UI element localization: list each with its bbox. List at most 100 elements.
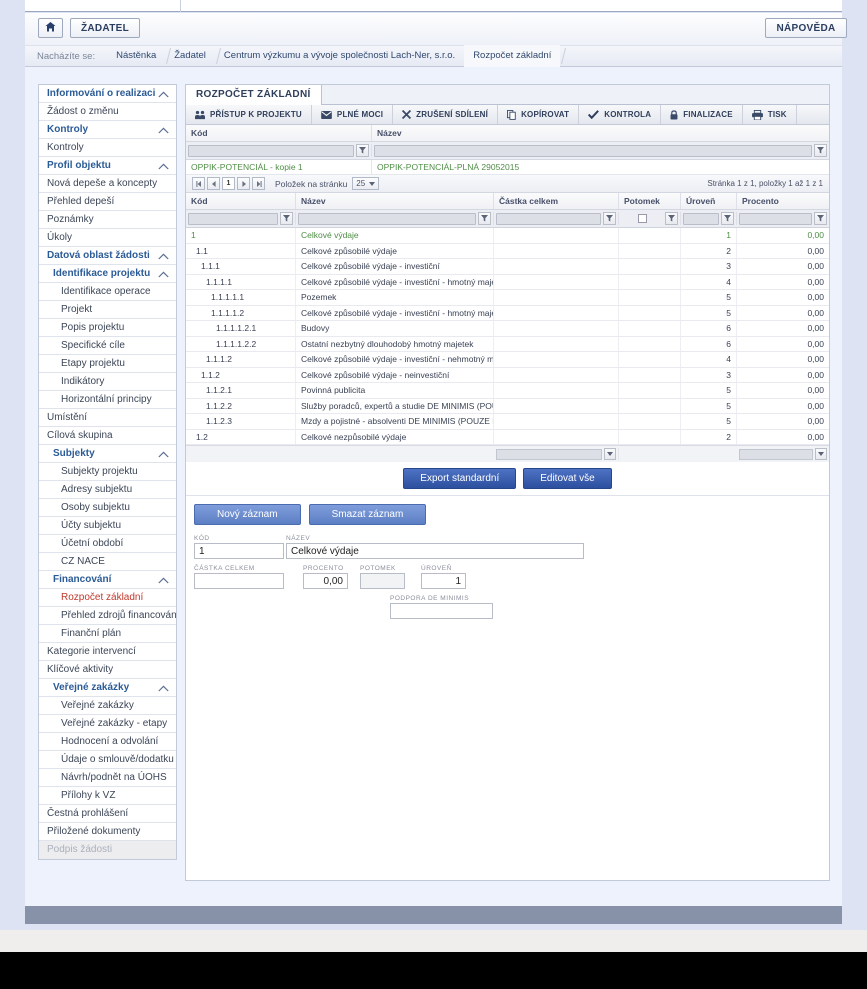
table-row[interactable]: 1.1.1.1.2.1 Budovy 6 0,00	[186, 321, 829, 337]
action-button-kop-rovat[interactable]: KOPÍROVAT	[498, 105, 580, 124]
sidebar-item-27[interactable]: Financování	[39, 571, 176, 589]
filter-icon[interactable]	[665, 212, 678, 225]
table-row[interactable]: 1.1.2.3 Mzdy a pojistné - absolventi DE M…	[186, 414, 829, 430]
breadcrumb-item-nastenka[interactable]: Nástěnka	[107, 45, 165, 67]
sidebar-item-39[interactable]: Přílohy k VZ	[39, 787, 176, 805]
chevron-up-icon[interactable]	[158, 157, 169, 174]
table-filter-potomek-checkbox[interactable]	[637, 214, 647, 223]
table-filter-input-1[interactable]	[298, 212, 476, 225]
sidebar-item-9[interactable]: Datová oblast žádosti	[39, 247, 176, 265]
table-header-1[interactable]: Název	[296, 193, 494, 209]
sidebar-item-11[interactable]: Identifikace operace	[39, 283, 176, 301]
sidebar-item-22[interactable]: Adresy subjektu	[39, 481, 176, 499]
sidebar-item-41[interactable]: Přiložené dokumenty	[39, 823, 176, 841]
table-header-0[interactable]: Kód	[186, 193, 296, 209]
table-row[interactable]: 1.2 Celkové nezpůsobilé výdaje 2 0,00	[186, 429, 829, 445]
field-kod-input[interactable]: 1	[194, 543, 284, 559]
novy-zaznam-button[interactable]: Nový záznam	[194, 504, 301, 525]
field-nazev-input[interactable]: Celkové výdaje	[286, 543, 584, 559]
table-row[interactable]: 1.1.2.2 Služby poradců, expertů a studie …	[186, 398, 829, 414]
pager-prev-button[interactable]	[207, 177, 220, 190]
pager-first-button[interactable]	[192, 177, 205, 190]
table-row[interactable]: 1.1.2.1 Povinná publicita 5 0,00	[186, 383, 829, 399]
breadcrumb-item-project[interactable]: Centrum výzkumu a vývoje společnosti Lac…	[215, 45, 464, 67]
pager-current-page[interactable]: 1	[222, 177, 235, 190]
top-grid-filter-nazev-input[interactable]	[374, 144, 812, 157]
applicant-button[interactable]: ŽADATEL	[70, 18, 140, 38]
sidebar-item-8[interactable]: Úkoly	[39, 229, 176, 247]
filter-icon[interactable]	[814, 212, 827, 225]
filter-icon[interactable]	[603, 212, 616, 225]
sidebar-item-21[interactable]: Subjekty projektu	[39, 463, 176, 481]
sidebar-item-15[interactable]: Etapy projektu	[39, 355, 176, 373]
sidebar-item-10[interactable]: Identifikace projektu	[39, 265, 176, 283]
sidebar-item-20[interactable]: Subjekty	[39, 445, 176, 463]
chevron-down-icon[interactable]	[604, 448, 616, 460]
sidebar-item-7[interactable]: Poznámky	[39, 211, 176, 229]
sidebar-item-28[interactable]: Rozpočet základní	[39, 589, 176, 607]
smazat-zaznam-button[interactable]: Smazat záznam	[308, 504, 427, 525]
sidebar-item-23[interactable]: Osoby subjektu	[39, 499, 176, 517]
table-row[interactable]: 1.1.1.1.1 Pozemek 5 0,00	[186, 290, 829, 306]
sidebar-item-33[interactable]: Veřejné zakázky	[39, 679, 176, 697]
chevron-up-icon[interactable]	[158, 85, 169, 102]
help-button[interactable]: NÁPOVĚDA	[765, 18, 847, 38]
sidebar-item-0[interactable]: Informování o realizaci	[39, 85, 176, 103]
table-row[interactable]: 1.1.1.1.2.2 Ostatní nezbytný dlouhodobý h…	[186, 336, 829, 352]
sidebar-item-19[interactable]: Cílová skupina	[39, 427, 176, 445]
export-standardni-button[interactable]: Export standardní	[403, 468, 517, 489]
top-grid-row[interactable]: OPPIK-POTENCIÁL - kopie 1 OPPIK-POTENCIÁ…	[186, 160, 829, 175]
sidebar-item-26[interactable]: CZ NACE	[39, 553, 176, 571]
table-row[interactable]: 1.1 Celkové způsobilé výdaje 2 0,00	[186, 243, 829, 259]
field-uroven-input[interactable]: 1	[421, 573, 466, 589]
sidebar-item-30[interactable]: Finanční plán	[39, 625, 176, 643]
field-procento-input[interactable]: 0,00	[303, 573, 348, 589]
sidebar-item-37[interactable]: Údaje o smlouvě/dodatku	[39, 751, 176, 769]
sidebar-item-40[interactable]: Čestná prohlášení	[39, 805, 176, 823]
table-row[interactable]: 1.1.2 Celkové způsobilé výdaje - neinvest…	[186, 367, 829, 383]
sidebar-item-36[interactable]: Hodnocení a odvolání	[39, 733, 176, 751]
action-button-tisk[interactable]: TISK	[743, 105, 797, 124]
sidebar-item-17[interactable]: Horizontální principy	[39, 391, 176, 409]
footer-procento-input[interactable]	[739, 448, 813, 460]
filter-icon[interactable]	[721, 212, 734, 225]
breadcrumb-item-current[interactable]: Rozpočet základní	[464, 45, 561, 67]
table-row[interactable]: 1.1.1.1 Celkové způsobilé výdaje - invest…	[186, 274, 829, 290]
sidebar-item-16[interactable]: Indikátory	[39, 373, 176, 391]
table-header-4[interactable]: Úroveň	[681, 193, 737, 209]
filter-icon[interactable]	[356, 144, 369, 157]
sidebar-item-12[interactable]: Projekt	[39, 301, 176, 319]
sidebar-item-18[interactable]: Umístění	[39, 409, 176, 427]
pager-next-button[interactable]	[237, 177, 250, 190]
sidebar-item-38[interactable]: Návrh/podnět na ÚOHS	[39, 769, 176, 787]
sidebar-item-5[interactable]: Nová depeše a koncepty	[39, 175, 176, 193]
chevron-up-icon[interactable]	[158, 265, 169, 282]
action-button-kontrola[interactable]: KONTROLA	[579, 105, 662, 124]
field-castka-input[interactable]	[194, 573, 284, 589]
sidebar-item-35[interactable]: Veřejné zakázky - etapy	[39, 715, 176, 733]
sidebar-item-25[interactable]: Účetní období	[39, 535, 176, 553]
table-header-2[interactable]: Částka celkem	[494, 193, 619, 209]
chevron-up-icon[interactable]	[158, 247, 169, 264]
table-row[interactable]: 1.1.1 Celkové způsobilé výdaje - investič…	[186, 259, 829, 275]
sidebar-item-32[interactable]: Klíčové aktivity	[39, 661, 176, 679]
sidebar-item-3[interactable]: Kontroly	[39, 139, 176, 157]
home-button[interactable]	[38, 18, 63, 38]
tab-rozpocet-zakladni[interactable]: ROZPOČET ZÁKLADNÍ	[186, 85, 322, 105]
sidebar-item-24[interactable]: Účty subjektu	[39, 517, 176, 535]
action-button-finalizace[interactable]: FINALIZACE	[661, 105, 743, 124]
top-grid-filter-kod-input[interactable]	[188, 144, 354, 157]
sidebar-item-13[interactable]: Popis projektu	[39, 319, 176, 337]
chevron-up-icon[interactable]	[158, 571, 169, 588]
chevron-down-icon[interactable]	[815, 448, 827, 460]
table-filter-input-2[interactable]	[496, 212, 601, 225]
sidebar-item-29[interactable]: Přehled zdrojů financování	[39, 607, 176, 625]
chevron-up-icon[interactable]	[158, 445, 169, 462]
field-deminimis-input[interactable]	[390, 603, 493, 619]
sidebar-item-4[interactable]: Profil objektu	[39, 157, 176, 175]
filter-icon[interactable]	[280, 212, 293, 225]
sidebar-item-14[interactable]: Specifické cíle	[39, 337, 176, 355]
sidebar-item-1[interactable]: Žádost o změnu	[39, 103, 176, 121]
table-filter-input-0[interactable]	[188, 212, 278, 225]
editovat-vse-button[interactable]: Editovat vše	[523, 468, 612, 489]
